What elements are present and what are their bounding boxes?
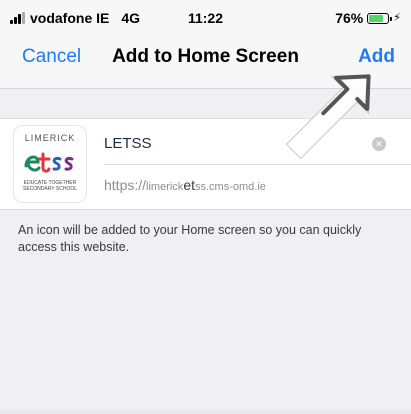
nav-bar: Cancel Add to Home Screen Add (0, 38, 411, 76)
bottom-edge (0, 410, 411, 414)
top-area: vodafone IE 4G 11:22 76% ⚡ Cancel Add to… (0, 0, 411, 89)
app-icon-bottom-text: EDUCATE TOGETHER SECONDARY SCHOOL (23, 180, 77, 192)
battery-percent: 76% (335, 10, 364, 26)
info-text: An icon will be added to your Home scree… (18, 223, 362, 254)
charge-icon: ⚡ (393, 11, 401, 24)
url-domain-c: ss.cms-omd.ie (195, 181, 266, 193)
url-scheme: https:// (104, 177, 147, 193)
add-to-home-card: LIMERICK EDUCATE TOGETHER SECONDARY SCHO… (0, 118, 411, 210)
cancel-button[interactable]: Cancel (22, 46, 81, 68)
battery-icon (367, 12, 393, 24)
status-bar: vodafone IE 4G 11:22 76% ⚡ (0, 0, 411, 36)
url-domain-a: limerick (146, 181, 184, 193)
app-name-field[interactable] (104, 135, 354, 152)
app-icon: LIMERICK EDUCATE TOGETHER SECONDARY SCHO… (13, 125, 87, 203)
status-right: 76% ⚡ (335, 10, 401, 26)
battery-fill (369, 14, 383, 22)
etss-logo-icon (24, 152, 74, 173)
clear-icon[interactable]: ✕ (372, 137, 386, 151)
url-domain-b: et (183, 177, 195, 193)
url-label: https://limericketss.cms-omd.ie (104, 177, 266, 193)
card-divider (104, 164, 411, 165)
add-button[interactable]: Add (358, 46, 395, 68)
app-icon-top-text: LIMERICK (24, 133, 76, 143)
